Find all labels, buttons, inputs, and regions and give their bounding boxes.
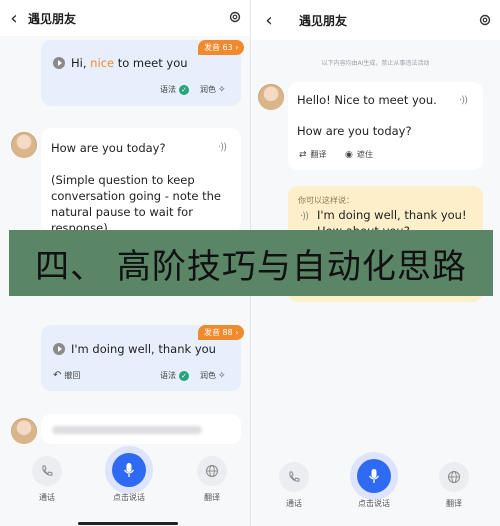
polish-tag[interactable]: 润色 ✧	[200, 370, 226, 381]
play-icon[interactable]	[53, 343, 65, 355]
gear-icon[interactable]	[228, 10, 242, 24]
ai-message-1-line2: (Simple question to keep conversation go…	[51, 173, 221, 235]
grammar-tag[interactable]: 语法 ✓	[160, 370, 189, 381]
user-message-1-text: Hi, nice to meet you	[53, 55, 238, 71]
translate-button[interactable]	[439, 462, 469, 492]
play-icon[interactable]	[53, 57, 65, 69]
ai-message-1-line2: How are you today?	[297, 124, 412, 138]
translate-icon: ⇄	[299, 149, 307, 160]
phone-icon	[42, 465, 53, 476]
phone-icon	[289, 471, 300, 482]
pronunciation-score-badge[interactable]: 发音 63 ›	[198, 40, 245, 55]
undo-icon: ↶	[53, 370, 62, 381]
translate-button[interactable]	[197, 456, 227, 486]
sparkle-icon: ✧	[218, 84, 226, 95]
home-indicator	[78, 522, 178, 525]
call-button[interactable]	[279, 462, 309, 492]
back-icon[interactable]: ‹	[0, 8, 28, 29]
back-icon[interactable]: ‹	[251, 10, 287, 31]
hide-toggle[interactable]: ◉ 遮住	[345, 149, 373, 160]
translate-label: 翻译	[204, 493, 220, 502]
blurred-text	[52, 426, 202, 434]
user-message-2-text: I'm doing well, thank you	[53, 341, 238, 357]
right-bottom-bar: 通话 点击说话 翻译	[251, 450, 500, 526]
globe-icon	[448, 471, 460, 483]
right-top-bar: ‹ 遇见朋友	[251, 0, 500, 40]
banner-text: 四、 高阶技巧与自动化思路	[35, 246, 467, 287]
speak-button[interactable]	[105, 446, 153, 494]
audio-wave-icon[interactable]: ·))	[218, 142, 227, 153]
call-button[interactable]	[32, 456, 62, 486]
grammar-tag[interactable]: 语法 ✓	[160, 84, 189, 95]
ai-avatar	[258, 84, 284, 110]
check-icon: ✓	[179, 370, 189, 381]
undo-button[interactable]: ↶ 撤回	[53, 370, 80, 381]
call-label: 通话	[286, 499, 302, 508]
speak-button[interactable]	[350, 452, 398, 500]
speak-label: 点击说话	[113, 493, 145, 502]
translate-label: 翻译	[446, 499, 462, 508]
right-page-title: 遇见朋友	[299, 13, 348, 28]
pronunciation-score-badge[interactable]: 发音 88 ›	[198, 325, 245, 340]
section-banner: 四、 高阶技巧与自动化思路	[9, 230, 493, 296]
ai-avatar	[11, 132, 37, 158]
microphone-icon	[123, 463, 135, 477]
globe-icon	[206, 465, 218, 477]
translate-toggle[interactable]: ⇄ 翻译	[299, 149, 327, 160]
sparkle-icon: ✧	[218, 370, 226, 381]
gear-icon[interactable]	[478, 13, 492, 27]
check-icon: ✓	[179, 84, 189, 95]
microphone-icon	[368, 469, 380, 483]
ai-avatar	[11, 418, 37, 444]
speak-label: 点击说话	[358, 499, 390, 508]
polish-tag[interactable]: 润色 ✧	[200, 84, 226, 95]
ai-generated-notice: 以下内容均由AI生成，禁止从事违法活动	[321, 60, 430, 67]
left-page-title: 遇见朋友	[28, 11, 77, 26]
ai-message-1-line1: How are you today?	[51, 141, 166, 155]
eye-icon: ◉	[345, 149, 353, 160]
audio-wave-icon[interactable]: ·))	[300, 211, 309, 222]
ai-message-1-line1: Hello! Nice to meet you.	[297, 93, 437, 107]
highlighted-word: nice	[90, 56, 115, 70]
call-label: 通话	[39, 493, 55, 502]
left-top-bar: ‹ 遇见朋友	[0, 0, 250, 36]
left-bottom-bar: 通话 点击说话 翻译	[0, 444, 250, 525]
suggestion-label: 你可以这样说：	[298, 196, 354, 205]
